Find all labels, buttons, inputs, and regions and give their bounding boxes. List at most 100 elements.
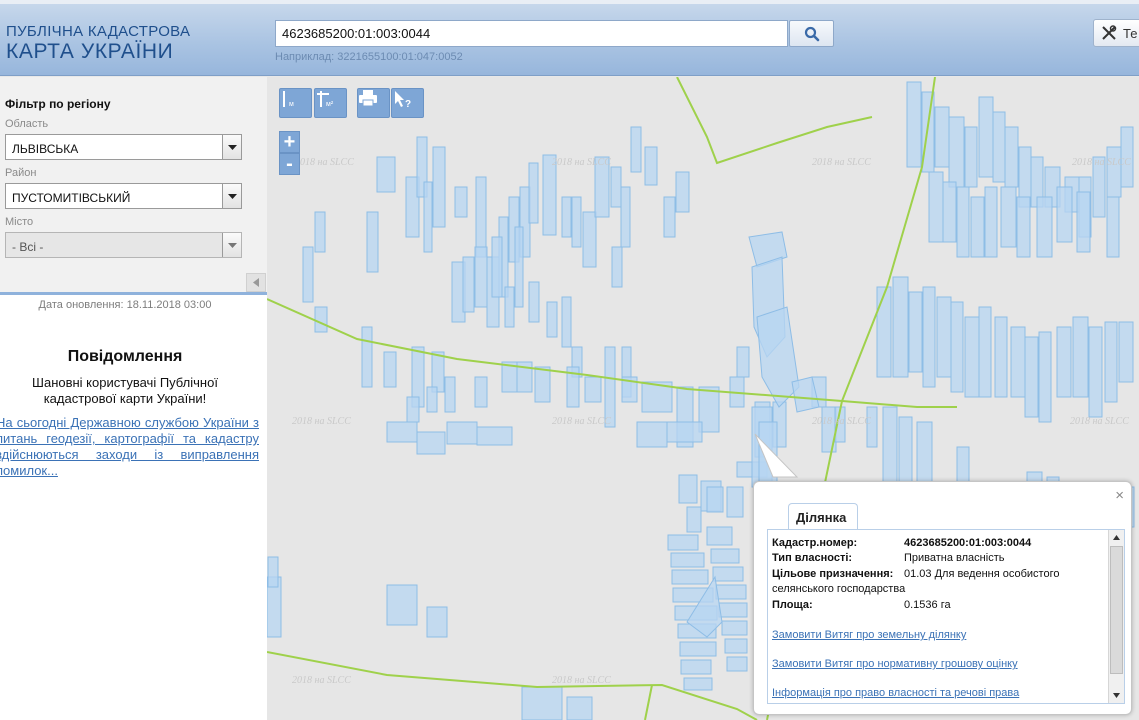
parcel[interactable] [994,316,1008,398]
parcel[interactable] [978,96,994,178]
parcel[interactable] [678,474,698,504]
parcel[interactable] [866,406,878,448]
parcel[interactable] [1118,321,1134,383]
popup-scrollbar[interactable] [1108,530,1124,703]
parcel[interactable] [942,181,957,243]
tools-button[interactable]: Те [1093,19,1139,47]
parcel[interactable] [680,659,712,675]
parcel[interactable] [636,421,668,448]
search-input[interactable] [275,20,788,47]
parcel[interactable] [446,421,478,445]
order-valuation-link[interactable]: Замовити Витяг про нормативну грошову оц… [772,658,1018,670]
parcel[interactable] [715,584,747,600]
parcel[interactable] [582,211,597,268]
parcel[interactable] [726,486,744,518]
parcel[interactable] [721,620,748,636]
misto-select[interactable]: - Всі - [5,232,242,258]
parcel[interactable] [630,126,642,173]
parcel[interactable] [679,641,717,657]
parcel[interactable] [706,486,724,513]
parcel[interactable] [726,656,748,672]
close-icon[interactable]: × [1115,487,1124,504]
measure-length-button[interactable]: м [279,88,312,118]
parcel[interactable] [1076,191,1091,253]
parcel[interactable] [611,246,623,288]
chevron-down-icon[interactable] [222,233,241,257]
parcel[interactable] [710,548,740,564]
print-button[interactable] [357,88,390,118]
parcel[interactable] [476,426,513,446]
parcel[interactable] [712,566,744,582]
parcel[interactable] [934,106,950,168]
parcel[interactable] [1104,321,1118,403]
parcel[interactable] [1010,326,1026,398]
parcel[interactable] [724,638,748,654]
parcel[interactable] [474,246,488,308]
parcel[interactable] [667,534,699,551]
parcel[interactable] [314,306,328,333]
parcel[interactable] [521,686,563,720]
parcel[interactable] [992,111,1006,183]
parcel[interactable] [620,186,631,248]
parcel[interactable] [561,296,572,348]
chevron-down-icon[interactable] [222,135,241,159]
message-link[interactable]: На сьогодні Державною службою України з … [0,415,259,479]
parcel[interactable] [610,166,622,208]
parcel[interactable] [1016,196,1031,258]
parcel[interactable] [504,286,515,328]
parcel[interactable] [1106,196,1120,258]
parcel[interactable] [571,196,582,248]
parcel[interactable] [876,286,892,378]
parcel[interactable] [431,351,445,393]
parcel[interactable] [906,81,922,168]
parcel[interactable] [432,146,446,228]
parcel[interactable] [366,211,379,273]
parcel[interactable] [670,552,705,568]
parcel[interactable] [376,156,396,193]
parcel[interactable] [882,406,898,488]
parcel[interactable] [718,602,748,618]
parcel[interactable] [406,396,420,423]
parcel[interactable] [683,677,713,691]
parcel[interactable] [1004,126,1019,188]
parcel[interactable] [491,236,503,298]
parcel[interactable] [462,256,475,313]
parcel[interactable] [1024,336,1039,418]
logo-line-1[interactable]: ПУБЛІЧНА КАДАСТРОВА [6,23,190,40]
parcel[interactable] [922,286,936,388]
parcel[interactable] [386,584,418,626]
parcel[interactable] [423,181,433,253]
parcel[interactable] [756,306,800,408]
parcel[interactable] [302,246,314,303]
scroll-down-icon[interactable] [1113,693,1120,698]
parcel[interactable] [706,526,733,546]
zoom-in-button[interactable]: + [279,131,300,153]
chevron-down-icon[interactable] [222,184,241,208]
parcel[interactable] [566,696,593,720]
tab-parcel[interactable]: Ділянка [788,503,858,530]
parcel[interactable] [970,196,985,258]
parcel[interactable] [936,296,952,378]
collapse-panel-button[interactable] [246,273,266,292]
raion-select[interactable]: ПУСТОМИТІВСЬКИЙ [5,183,242,209]
zoom-out-button[interactable]: - [279,153,300,175]
parcel[interactable] [916,421,933,483]
parcel[interactable] [1072,316,1089,398]
parcel[interactable] [978,306,992,398]
parcel[interactable] [956,186,970,258]
parcel[interactable] [950,301,964,393]
scroll-thumb[interactable] [1110,546,1123,674]
parcel[interactable] [671,569,709,585]
logo-line-2[interactable]: КАРТА УКРАЇНИ [6,40,173,64]
parcel[interactable] [444,376,456,413]
parcel[interactable] [314,211,326,253]
parcel[interactable] [984,186,998,258]
order-extract-link[interactable]: Замовити Витяг про земельну ділянку [772,629,966,641]
parcel[interactable] [1036,196,1053,258]
parcel[interactable] [383,351,397,388]
parcel[interactable] [644,146,658,186]
parcel[interactable] [1038,331,1052,423]
parcel[interactable] [361,326,373,388]
parcel[interactable] [454,186,468,218]
parcel[interactable] [686,506,702,533]
